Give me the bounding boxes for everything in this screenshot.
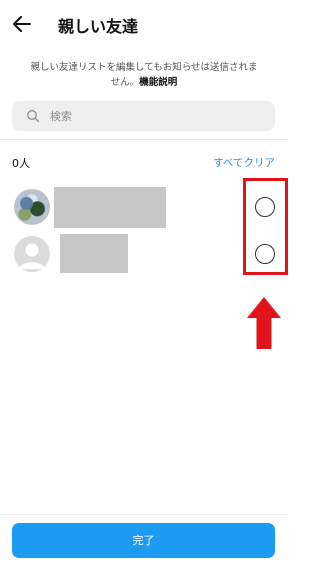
description: 親しい友達リストを編集してもお知らせは送信されません。機能説明	[26, 60, 262, 90]
clear-all-button[interactable]: すべてクリア	[213, 155, 275, 170]
redacted-username	[60, 234, 128, 273]
close-friends-screen: 親しい友達 親しい友達リストを編集してもお知らせは送信されません。機能説明 0人…	[0, 0, 288, 571]
divider	[0, 139, 288, 140]
arrow-up-icon	[247, 297, 281, 349]
highlight-box	[243, 178, 288, 275]
default-avatar-icon	[19, 243, 45, 269]
footer-divider	[0, 514, 288, 515]
avatar	[14, 236, 50, 272]
search-bar[interactable]	[12, 101, 275, 131]
back-button[interactable]	[10, 12, 34, 36]
redacted-username	[54, 187, 166, 228]
page-title: 親しい友達	[58, 17, 139, 36]
avatar	[14, 189, 50, 225]
header: 親しい友達	[0, 0, 288, 48]
learn-more-link[interactable]: 機能説明	[139, 77, 177, 88]
done-button[interactable]: 完了	[12, 523, 275, 558]
search-input[interactable]	[50, 101, 260, 131]
search-icon	[27, 110, 40, 123]
selected-count: 0人	[12, 157, 30, 170]
arrow-left-icon	[13, 16, 31, 32]
